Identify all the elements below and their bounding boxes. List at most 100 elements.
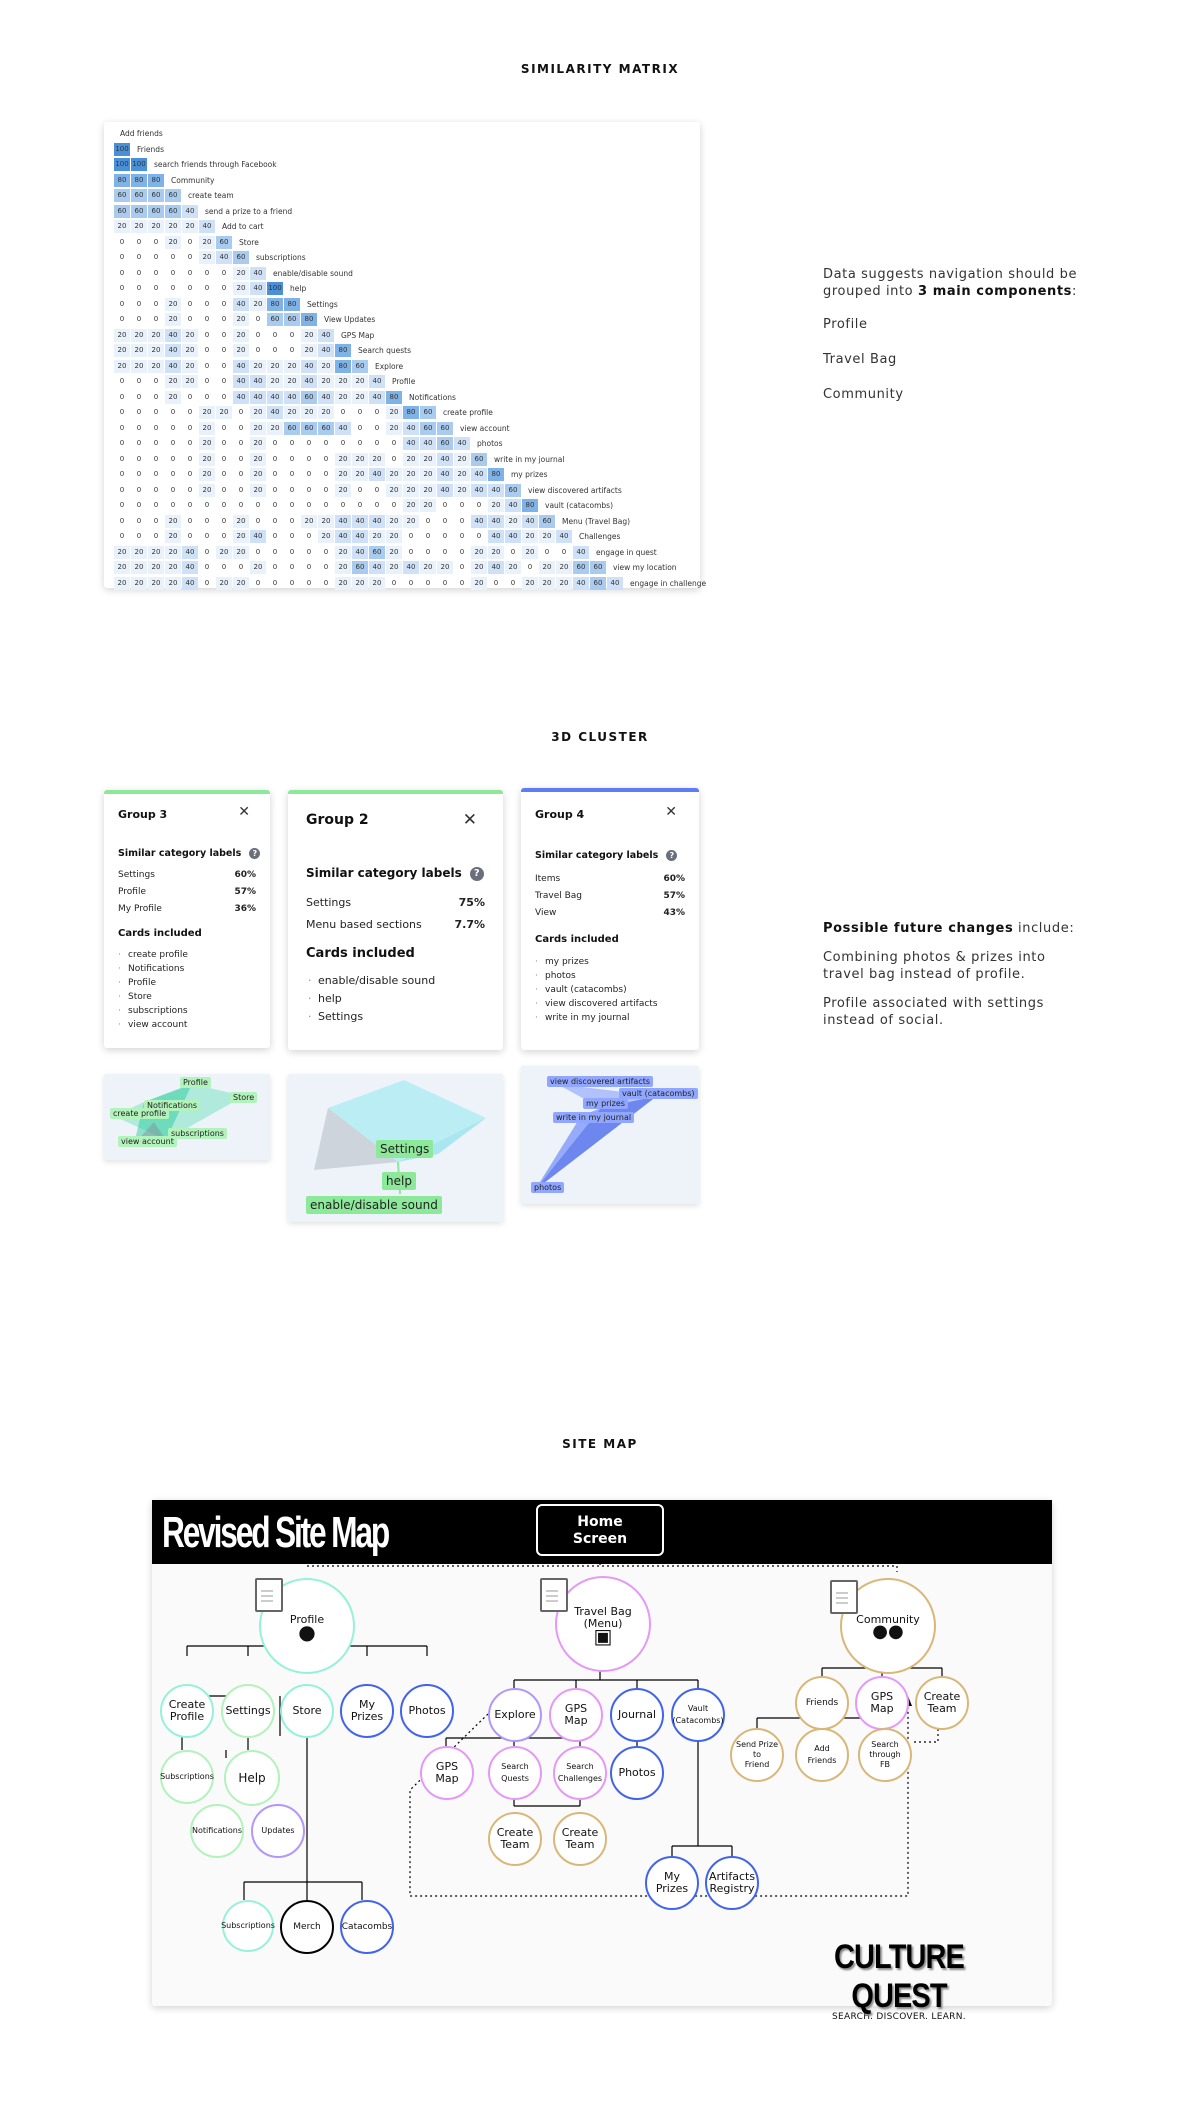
card-item: photos	[535, 971, 576, 981]
matrix-row-label: Menu (Travel Bag)	[562, 516, 631, 526]
updates-node[interactable]: Updates	[251, 1804, 305, 1858]
close-icon[interactable]: ✕	[463, 810, 477, 830]
matrix-cell: 0	[289, 516, 295, 525]
matrix-cell: 0	[204, 268, 210, 277]
matrix-cell: 0	[136, 392, 142, 401]
matrix-cell: 0	[187, 392, 193, 401]
store-node[interactable]: Store	[280, 1684, 334, 1738]
matrix-cell: 0	[255, 501, 261, 509]
matrix-cell: 40	[403, 421, 419, 435]
catacombs-node[interactable]: Catacombs	[340, 1900, 394, 1954]
merch-node[interactable]: Merch	[280, 1900, 334, 1954]
matrix-cell: 20	[165, 220, 181, 233]
matrix-row: 0 0 0 20 0 0 0 40 20 80 80 Settings	[114, 297, 704, 313]
matrix-row-label: Notifications	[409, 392, 456, 402]
photos-journal-node[interactable]: Photos	[610, 1746, 664, 1800]
matrix-cell: 20	[403, 468, 419, 481]
matrix-cell: 20	[165, 235, 181, 249]
help-icon[interactable]: ?	[249, 848, 261, 859]
matrix-row: 0 0 0 20 0 20 60 Store	[114, 235, 704, 251]
matrix-cell: 40	[488, 483, 504, 497]
travel-bag-node[interactable]: Travel Bag (Menu) ▣	[555, 1576, 651, 1672]
matrix-row-label: send a prize to a friend	[205, 206, 293, 216]
subscriptions-store-node[interactable]: Subscriptions	[221, 1900, 275, 1952]
add-friends-node[interactable]: Add Friends	[795, 1728, 849, 1782]
matrix-cell: 0	[374, 501, 380, 509]
explore-node[interactable]: Explore	[488, 1688, 542, 1742]
close-icon[interactable]: ✕	[238, 804, 250, 820]
card-item: view discovered artifacts	[535, 999, 657, 1009]
create-team-challenges-node[interactable]: Create Team	[553, 1812, 607, 1866]
close-icon[interactable]: ✕	[665, 804, 677, 820]
matrix-cell: 20	[148, 545, 164, 559]
gps-map-node[interactable]: GPS Map	[549, 1688, 603, 1742]
matrix-cell: 0	[221, 423, 227, 432]
settings-node[interactable]: Settings	[221, 1684, 275, 1738]
matrix-cell: 0	[323, 454, 329, 463]
matrix-cell: 0	[119, 377, 125, 385]
artifacts-registry-node[interactable]: Artifacts Registry	[705, 1856, 759, 1910]
matrix-cell: 80	[403, 406, 419, 419]
matrix-cell: 0	[187, 501, 193, 509]
group-3-cluster-viz[interactable]: Profile Store Notifications create profi…	[104, 1074, 270, 1160]
search-fb-node[interactable]: Search through FB	[858, 1728, 912, 1782]
matrix-cell: 0	[459, 578, 465, 587]
matrix-cell: 40	[437, 452, 453, 466]
create-team-community-node[interactable]: Create Team	[915, 1676, 969, 1730]
matrix-cell: 20	[471, 561, 487, 574]
matrix-cell: 0	[119, 268, 125, 277]
matrix-cell: 20	[301, 514, 317, 528]
matrix-cell: 20	[114, 344, 130, 357]
matrix-cell: 20	[488, 499, 504, 512]
my-prizes-vault-node[interactable]: My Prizes	[645, 1856, 699, 1910]
matrix-cell: 0	[136, 268, 142, 277]
matrix-cell: 0	[255, 330, 261, 339]
matrix-cell: 20	[114, 220, 130, 233]
matrix-cell: 0	[289, 454, 295, 463]
matrix-cell: 0	[136, 470, 142, 478]
matrix-cell: 0	[289, 485, 295, 494]
gps-map-explore-node[interactable]: GPS Map	[420, 1746, 474, 1800]
matrix-cell: 20	[165, 514, 181, 528]
photos-node[interactable]: Photos	[400, 1684, 454, 1738]
matrix-cell: 40	[165, 359, 181, 373]
vault-node[interactable]: Vault (Catacombs)	[671, 1688, 725, 1742]
matrix-cell: 80	[267, 297, 283, 311]
matrix-cell: 0	[323, 563, 329, 571]
matrix-cell: 0	[204, 299, 210, 308]
create-team-quests-node[interactable]: Create Team	[488, 1812, 542, 1866]
matrix-cell: 0	[187, 268, 193, 277]
matrix-cell: 40	[216, 251, 232, 264]
create-profile-node[interactable]: Create Profile	[160, 1684, 214, 1738]
friends-node[interactable]: Friends	[795, 1676, 849, 1730]
group-2-cluster-viz[interactable]: Settings help enable/disable sound	[288, 1074, 503, 1222]
matrix-cell: 0	[153, 377, 159, 385]
group-4-cluster-viz[interactable]: view discovered artifacts vault (catacom…	[521, 1066, 699, 1204]
matrix-row: 0 0 0 0 0 20 40 60 subscriptions	[114, 250, 704, 266]
send-prize-node[interactable]: Send Prize to Friend	[730, 1728, 784, 1782]
matrix-cell: 0	[442, 516, 448, 525]
notifications-node[interactable]: Notifications	[190, 1804, 244, 1858]
matrix-cell: 0	[442, 578, 448, 587]
help-node[interactable]: Help	[224, 1750, 280, 1806]
matrix-cell: 0	[255, 578, 261, 587]
matrix-cell: 20	[233, 282, 249, 295]
matrix-cell: 80	[284, 297, 300, 311]
subscriptions-node[interactable]: Subscriptions	[160, 1750, 214, 1804]
matrix-cell: 20	[148, 359, 164, 373]
search-quests-node[interactable]: Search Quests	[488, 1746, 542, 1800]
search-challenges-node[interactable]: Search Challenges	[553, 1746, 607, 1800]
matrix-cell: 20	[148, 561, 164, 574]
matrix-row: 0 0 0 20 0 0 0 40 40 40 40 60 40 20 20 40 80 Notification…	[114, 390, 704, 406]
matrix-cell: 20	[165, 545, 181, 559]
card-item: create profile	[118, 950, 188, 960]
journal-node[interactable]: Journal	[610, 1688, 664, 1742]
matrix-cell: 60	[301, 390, 317, 404]
my-prizes-node[interactable]: My Prizes	[340, 1684, 394, 1738]
matrix-cell: 40	[250, 375, 266, 388]
gps-map-community-node[interactable]: GPS Map	[855, 1676, 909, 1730]
matrix-cell: 20	[403, 452, 419, 466]
matrix-cell: 40	[437, 468, 453, 481]
help-icon[interactable]: ?	[469, 866, 484, 881]
help-icon[interactable]: ?	[666, 850, 678, 861]
